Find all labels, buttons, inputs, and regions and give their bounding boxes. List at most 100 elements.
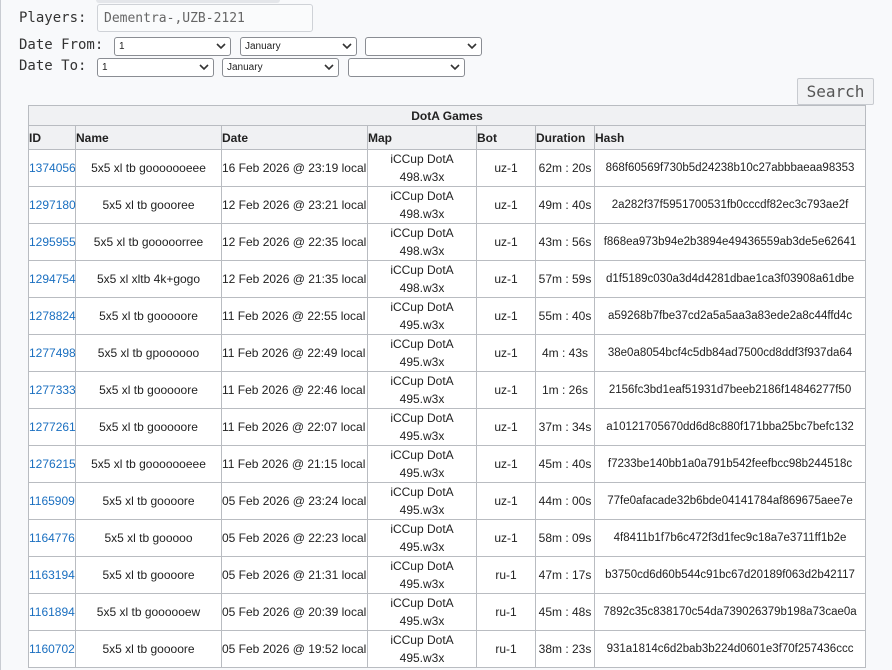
cell-id: 1161894	[28, 593, 76, 631]
table-row: 1164776 5x5 xl tb gooooo 05 Feb 2026 @ 22:…	[28, 519, 867, 557]
cell-duration: 4m : 43s	[535, 334, 595, 372]
cell-id: 1294754	[28, 260, 76, 298]
cell-id: 1297180	[28, 186, 76, 224]
column-header-map[interactable]: Map	[367, 125, 477, 150]
cell-name: 5x5 xl tb gooooore	[75, 371, 222, 409]
search-button[interactable]: Search	[797, 78, 874, 105]
date-from-month-select[interactable]: January	[240, 37, 357, 56]
cell-map: iCCup DotA 495.w3x	[367, 371, 477, 409]
table-row: 1277333 5x5 xl tb gooooore 11 Feb 2026 @ 2…	[28, 371, 867, 409]
game-id-link[interactable]: 1276215	[29, 457, 76, 471]
games-table: DotA Games ID Name Date Map Bot Duration…	[27, 105, 867, 668]
cell-map: iCCup DotA 495.w3x	[367, 593, 477, 631]
game-id-link[interactable]: 1374056	[29, 161, 76, 175]
table-caption: DotA Games	[27, 105, 867, 126]
chevron-down-icon	[450, 64, 460, 71]
game-id-link[interactable]: 1164776	[29, 531, 75, 545]
cell-id: 1295955	[28, 223, 76, 261]
cell-id: 1277333	[28, 371, 76, 409]
cell-hash: 77fe0afacade32b6bde04141784af869675aee7e	[593, 482, 867, 520]
cell-date: 05 Feb 2026 @ 22:23 local	[221, 519, 368, 557]
column-header-name[interactable]: Name	[75, 125, 222, 150]
cell-map: iCCup DotA 495.w3x	[367, 630, 477, 668]
column-header-duration[interactable]: Duration	[535, 125, 595, 150]
map-file: 498.w3x	[399, 170, 445, 184]
column-header-hash[interactable]: Hash	[593, 125, 867, 150]
cell-id: 1277261	[28, 408, 76, 446]
cell-date: 11 Feb 2026 @ 21:15 local	[221, 445, 368, 483]
map-file: 495.w3x	[399, 540, 445, 554]
game-id-link[interactable]: 1163194	[29, 568, 75, 582]
cell-duration: 43m : 56s	[535, 223, 595, 261]
date-to-day-select[interactable]: 1	[97, 58, 214, 77]
cell-id: 1163194	[28, 556, 76, 594]
cell-hash: b3750cd6d60b544c91bc67d20189f063d2b42117	[593, 556, 867, 594]
players-input[interactable]	[97, 4, 313, 32]
cell-duration: 1m : 26s	[535, 371, 595, 409]
column-header-date[interactable]: Date	[221, 125, 368, 150]
date-from-year-select[interactable]	[365, 37, 482, 56]
game-id-link[interactable]: 1295955	[29, 235, 76, 249]
table-row: 1165909 5x5 xl tb goooore 05 Feb 2026 @ 23…	[28, 482, 867, 520]
cell-name: 5x5 xl tb gooooooeee	[75, 445, 222, 483]
game-id-link[interactable]: 1277261	[29, 420, 76, 434]
players-label: Players:	[19, 10, 87, 26]
cell-bot: ru-1	[476, 630, 536, 668]
cell-hash: 2a282f37f5951700531fb0cccdf82ec3c793ae2f	[593, 186, 867, 224]
game-id-link[interactable]: 1161894	[29, 605, 75, 619]
cell-name: 5x5 xl tb gooooooeee	[75, 149, 222, 187]
date-from-day-select[interactable]: 1	[114, 37, 231, 56]
cell-name: 5x5 xl tb gooooorree	[75, 223, 222, 261]
game-id-link[interactable]: 1165909	[29, 494, 75, 508]
cell-duration: 49m : 40s	[535, 186, 595, 224]
date-to-day-value: 1	[102, 62, 108, 73]
chevron-down-icon	[342, 43, 352, 50]
map-file: 495.w3x	[399, 503, 445, 517]
cell-date: 05 Feb 2026 @ 20:39 local	[221, 593, 368, 631]
cell-bot: uz-1	[476, 260, 536, 298]
cell-bot: uz-1	[476, 519, 536, 557]
cell-map: iCCup DotA 498.w3x	[367, 260, 477, 298]
date-to-month-select[interactable]: January	[222, 58, 339, 77]
cell-bot: ru-1	[476, 593, 536, 631]
game-id-link[interactable]: 1297180	[29, 198, 76, 212]
map-name: iCCup DotA	[390, 559, 454, 573]
date-to-label: Date To:	[19, 58, 87, 74]
chevron-down-icon	[467, 43, 477, 50]
map-name: iCCup DotA	[390, 485, 454, 499]
cell-hash: f7233be140bb1a0a791b542feefbcc98b244518c	[593, 445, 867, 483]
cell-date: 05 Feb 2026 @ 21:31 local	[221, 556, 368, 594]
cell-date: 11 Feb 2026 @ 22:46 local	[221, 371, 368, 409]
table-row: 1278824 5x5 xl tb gooooore 11 Feb 2026 @ 2…	[28, 297, 867, 335]
table-row: 1161894 5x5 xl tb goooooew 05 Feb 2026 @ 2…	[28, 593, 867, 631]
cell-date: 12 Feb 2026 @ 22:35 local	[221, 223, 368, 261]
cell-bot: uz-1	[476, 482, 536, 520]
cell-date: 11 Feb 2026 @ 22:49 local	[221, 334, 368, 372]
column-header-id[interactable]: ID	[28, 125, 76, 150]
cell-name: 5x5 xl tb gooooore	[75, 297, 222, 335]
column-header-bot[interactable]: Bot	[476, 125, 536, 150]
cell-duration: 38m : 23s	[535, 630, 595, 668]
cell-duration: 47m : 17s	[535, 556, 595, 594]
map-file: 495.w3x	[399, 651, 445, 665]
cell-map: iCCup DotA 495.w3x	[367, 482, 477, 520]
game-id-link[interactable]: 1278824	[29, 309, 76, 323]
map-file: 495.w3x	[399, 392, 445, 406]
map-name: iCCup DotA	[390, 263, 454, 277]
cell-hash: 38e0a8054bcf4c5db84ad7500cd8ddf3f937da64	[593, 334, 867, 372]
game-id-link[interactable]: 1294754	[29, 272, 76, 286]
cell-bot: uz-1	[476, 371, 536, 409]
cell-date: 11 Feb 2026 @ 22:07 local	[221, 408, 368, 446]
cell-duration: 62m : 20s	[535, 149, 595, 187]
cell-hash: d1f5189c030a3d4d4281dbae1ca3f03908a61dbe	[593, 260, 867, 298]
cell-name: 5x5 xl tb goooree	[75, 186, 222, 224]
game-id-link[interactable]: 1160702	[29, 642, 75, 656]
table-row: 1294754 5x5 xl xltb 4k+gogo 12 Feb 2026 @ …	[28, 260, 867, 298]
map-name: iCCup DotA	[390, 152, 454, 166]
game-id-link[interactable]: 1277498	[29, 346, 76, 360]
date-to-year-select[interactable]	[348, 58, 465, 77]
cell-map: iCCup DotA 495.w3x	[367, 519, 477, 557]
map-file: 495.w3x	[399, 355, 445, 369]
table-row: 1277261 5x5 xl tb gooooore 11 Feb 2026 @ 2…	[28, 408, 867, 446]
game-id-link[interactable]: 1277333	[29, 383, 76, 397]
